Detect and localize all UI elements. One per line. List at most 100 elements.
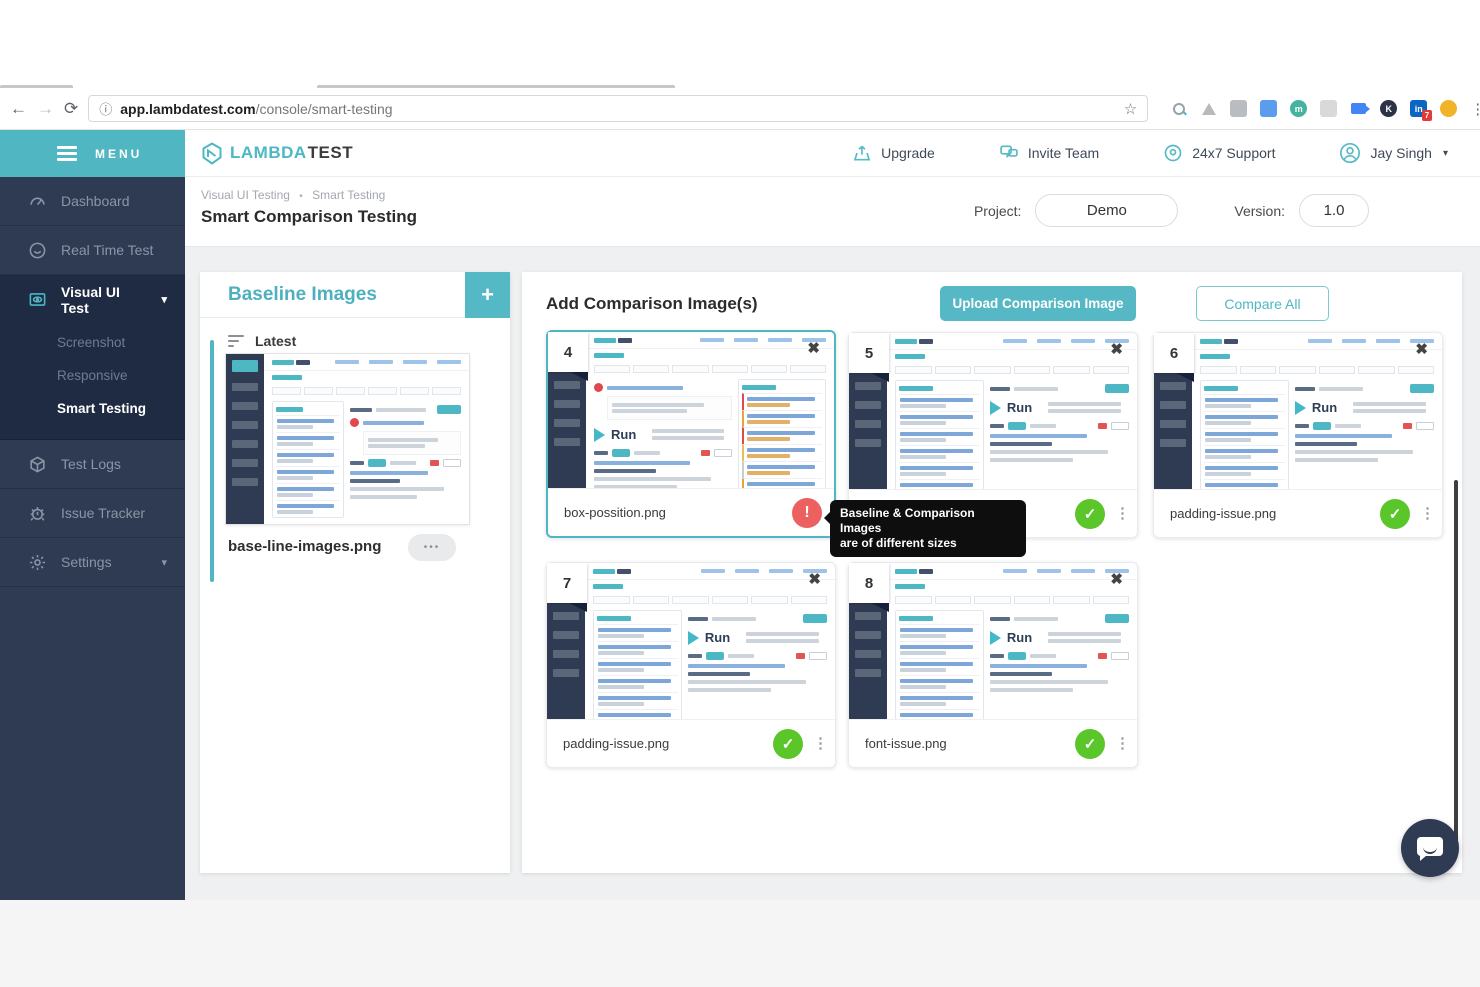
screenshot-root: ← → ⟳ ⓘ app.lambdatest.com/console/smart… (0, 0, 1480, 987)
comparison-card-8[interactable]: 8 ✖ Run font-issue.png ✓ ⋮ (848, 562, 1138, 768)
close-icon[interactable]: ✖ (1104, 569, 1129, 589)
page-title: Smart Comparison Testing (201, 207, 417, 226)
sidebar-item-dashboard[interactable]: Dashboard (0, 177, 185, 226)
kebab-menu-icon[interactable]: ⋮ (1420, 506, 1435, 521)
sidebar-item-visual-ui-test[interactable]: Visual UI Test ▾ (0, 275, 185, 324)
package-icon (30, 455, 45, 473)
app-header: LAMBDA TEST Upgrade Invite Team 24x7 Sup… (185, 130, 1480, 177)
card-number-badge: 8 (849, 563, 889, 612)
sidebar-item-test-logs[interactable]: Test Logs (0, 440, 185, 489)
sidebar-item-screenshot[interactable]: Screenshot (57, 326, 185, 359)
compare-all-button[interactable]: Compare All (1196, 286, 1329, 321)
linkedin-extension-icon[interactable]: in 7 (1410, 100, 1433, 121)
back-icon[interactable]: ← (10, 99, 27, 119)
selected-accent-bar (210, 340, 214, 582)
invite-team-button[interactable]: Invite Team (967, 143, 1131, 163)
sidebar-item-real-time-test[interactable]: Real Time Test (0, 226, 185, 275)
card-footer: padding-issue.png ✓ ⋮ (1154, 489, 1442, 537)
drive-extension-icon[interactable] (1200, 100, 1217, 117)
sidebar-item-settings[interactable]: Settings ▾ (0, 538, 185, 587)
sidebar-item-label: Visual UI Test (61, 283, 120, 316)
add-baseline-button[interactable]: + (465, 271, 510, 318)
sidebar-item-smart-testing[interactable]: Smart Testing (57, 392, 185, 425)
success-check-icon: ✓ (1075, 728, 1105, 759)
m-extension-icon[interactable]: m (1290, 100, 1308, 117)
reload-icon[interactable]: ⟳ (64, 99, 78, 119)
chat-widget-button[interactable] (1401, 819, 1459, 877)
forward-icon[interactable]: → (37, 99, 54, 119)
card-number-badge: 6 (1154, 333, 1194, 382)
bookmark-star-icon[interactable]: ☆ (1124, 100, 1137, 118)
breadcrumb-visual-ui-testing[interactable]: Visual UI Testing (201, 188, 290, 202)
breadcrumb: Visual UI Testing • Smart Testing (201, 188, 385, 202)
sidebar-item-label: Issue Tracker (61, 505, 146, 521)
close-icon[interactable]: ✖ (1104, 339, 1129, 359)
chevron-down-icon: ▾ (1442, 147, 1448, 159)
kebab-menu-icon[interactable]: ⋮ (813, 736, 828, 751)
orange-extension-icon[interactable] (1440, 100, 1458, 117)
close-icon[interactable]: ✖ (1409, 339, 1434, 359)
eye-monitor-icon (29, 293, 46, 306)
search-extension-icon[interactable] (1170, 100, 1187, 117)
version-select[interactable]: 1.0 (1299, 194, 1369, 227)
upgrade-button[interactable]: Upgrade (820, 143, 967, 163)
upload-comparison-button[interactable]: Upload Comparison Image (940, 286, 1136, 321)
baseline-panel-header: Baseline Images + (200, 271, 510, 318)
gray-extension-icon[interactable] (1320, 100, 1338, 117)
mini-run-label: Run (611, 427, 637, 442)
card-number: 6 (1169, 344, 1179, 362)
baseline-options-button[interactable]: ••• (408, 534, 456, 561)
url-path: /console/smart-testing (255, 100, 393, 117)
support-icon (1164, 144, 1182, 162)
card-footer: font-issue.png ✓ ⋮ (849, 719, 1137, 767)
sidebar-item-label: Real Time Test (61, 242, 154, 258)
invite-icon (1000, 145, 1018, 159)
tooltip-line-2: are of different sizes (840, 536, 957, 550)
scrollbar[interactable] (1454, 480, 1458, 850)
comparison-card-6[interactable]: 6 ✖ Run padding-issue.png ✓ ⋮ (1153, 332, 1443, 538)
kebab-menu-icon[interactable]: ⋮ (1115, 506, 1130, 521)
lambdatest-logo[interactable]: LAMBDA TEST (200, 141, 353, 165)
sidebar-item-label: Settings (61, 554, 112, 570)
comparison-card-7[interactable]: 7 ✖ Run padding-issue.png ✓ ⋮ (546, 562, 836, 768)
window-extension-icon[interactable] (1260, 100, 1278, 117)
mini-run-label: Run (704, 630, 731, 645)
css-extension-icon[interactable] (1230, 100, 1248, 117)
sidebar-submenu: Screenshot Responsive Smart Testing (0, 324, 185, 439)
version-label: Version: (1234, 202, 1285, 219)
username-label: Jay Singh (1370, 145, 1432, 161)
logo-house-icon (202, 142, 222, 165)
baseline-filter[interactable]: Latest (228, 332, 510, 350)
sidebar-item-responsive[interactable]: Responsive (57, 359, 185, 392)
comparison-card-4[interactable]: 4 ✖ Run box-possition.png ! Baseline & C… (546, 330, 1026, 557)
project-label: Project: (973, 202, 1022, 219)
address-bar[interactable]: ⓘ app.lambdatest.com/console/smart-testi… (88, 95, 1149, 122)
dashboard-icon (30, 197, 45, 205)
support-button[interactable]: 24x7 Support (1131, 143, 1307, 163)
linkedin-badge: 7 (1421, 110, 1433, 121)
camera-extension-icon[interactable] (1350, 100, 1371, 117)
success-check-icon: ✓ (1380, 498, 1410, 529)
user-menu[interactable]: Jay Singh ▾ (1307, 142, 1480, 164)
page-header: Visual UI Testing • Smart Testing Smart … (185, 177, 1480, 247)
baseline-thumbnail[interactable] (225, 353, 470, 525)
comparison-heading: Add Comparison Image(s) (546, 294, 758, 313)
success-check-icon: ✓ (1075, 498, 1105, 529)
sidebar-item-issue-tracker[interactable]: Issue Tracker (0, 489, 185, 538)
breadcrumb-separator: • (299, 191, 303, 202)
k-extension-icon[interactable]: K (1380, 100, 1398, 117)
error-icon[interactable]: ! (792, 497, 822, 528)
page-margin (0, 900, 1480, 987)
upgrade-icon (853, 145, 871, 161)
card-footer: box-possition.png ! (548, 488, 834, 536)
close-icon[interactable]: ✖ (801, 338, 826, 358)
menu-toggle[interactable]: MENU (0, 130, 185, 177)
breadcrumb-smart-testing[interactable]: Smart Testing (312, 188, 385, 202)
close-icon[interactable]: ✖ (802, 569, 827, 589)
browser-menu-icon[interactable]: ⋮ (1470, 100, 1480, 118)
hamburger-icon (57, 143, 77, 164)
site-info-icon[interactable]: ⓘ (99, 99, 112, 118)
kebab-menu-icon[interactable]: ⋮ (1115, 736, 1130, 751)
baseline-filename: base-line-images.png (228, 538, 382, 555)
project-select[interactable]: Demo (1035, 194, 1179, 227)
